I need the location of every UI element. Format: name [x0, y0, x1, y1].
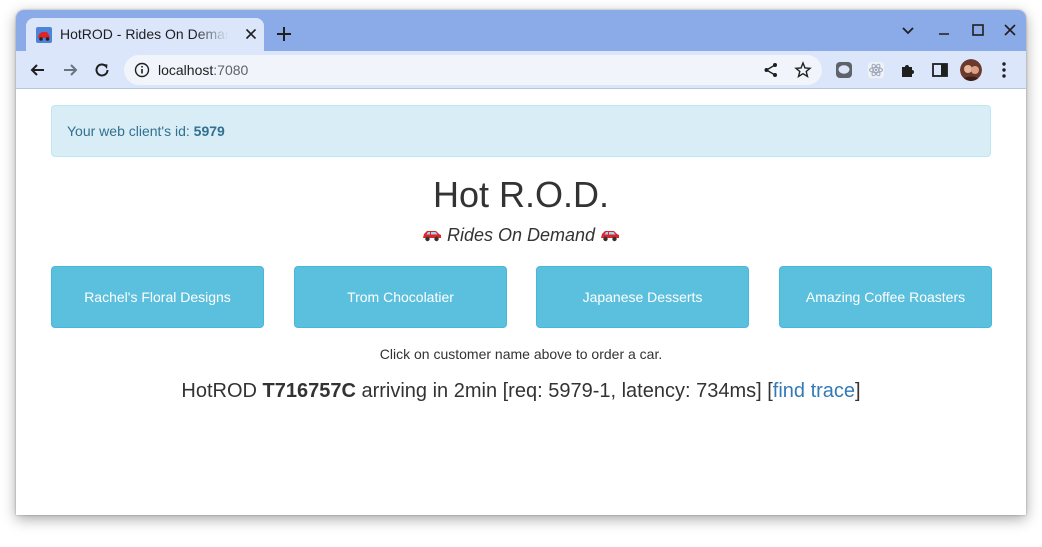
- share-icon[interactable]: [762, 61, 780, 79]
- info-icon[interactable]: [134, 62, 150, 78]
- order-hint: Click on customer name above to order a …: [379, 346, 663, 362]
- minimize-icon[interactable]: [936, 22, 952, 38]
- url-port: :7080: [213, 62, 249, 78]
- browser-toolbar: localhost:7080: [16, 51, 1026, 89]
- subtitle-text: Rides On Demand: [446, 225, 596, 245]
- react-devtools-icon[interactable]: [867, 61, 885, 79]
- side-panel-icon[interactable]: [931, 61, 949, 79]
- address-bar[interactable]: localhost:7080: [124, 55, 822, 85]
- client-id-value: 5979: [193, 123, 225, 139]
- back-icon[interactable]: [28, 60, 48, 80]
- chevron-down-icon[interactable]: [900, 22, 916, 38]
- tab-strip: HotROD - Rides On Demand: [16, 10, 1026, 51]
- page-subtitle: Rides On Demand: [16, 225, 1026, 246]
- maximize-icon[interactable]: [970, 22, 986, 38]
- forward-icon[interactable]: [60, 60, 80, 80]
- driver-id: T716757C: [262, 380, 356, 402]
- red-car-icon: [422, 231, 441, 242]
- page-content: Your web client's id: 5979 Hot R.O.D. Ri…: [16, 90, 1026, 515]
- ride-arrival: arriving in 2min [req: 5979-1, latency: …: [355, 380, 773, 402]
- red-car-icon: [601, 231, 620, 242]
- reload-icon[interactable]: [92, 60, 112, 80]
- ride-prefix: HotROD: [181, 380, 263, 402]
- tab-hotrod[interactable]: HotROD - Rides On Demand: [26, 18, 264, 51]
- ride-suffix: ]: [855, 380, 861, 402]
- new-tab-icon[interactable]: [274, 24, 294, 44]
- client-id-label: Your web client's id:: [67, 123, 194, 139]
- find-trace-link[interactable]: find trace: [773, 380, 855, 402]
- customer-button-amazing-coffee-roasters[interactable]: Amazing Coffee Roasters: [779, 266, 992, 328]
- customer-button-rachels-floral-designs[interactable]: Rachel's Floral Designs: [51, 266, 264, 328]
- close-window-icon[interactable]: [1002, 22, 1018, 38]
- ride-status-line: HotROD T716757C arriving in 2min [req: 5…: [16, 380, 1026, 403]
- profile-avatar[interactable]: [960, 59, 982, 81]
- url-text[interactable]: localhost:7080: [158, 62, 248, 78]
- more-menu-icon[interactable]: [998, 61, 1010, 79]
- extensions-puzzle-icon[interactable]: [899, 61, 917, 79]
- url-host: localhost: [158, 62, 214, 78]
- browser-window: HotROD - Rides On Demand localhost:7080 …: [16, 10, 1026, 515]
- star-icon[interactable]: [794, 61, 812, 79]
- customer-button-japanese-desserts[interactable]: Japanese Desserts: [536, 266, 749, 328]
- page-title: Hot R.O.D.: [432, 174, 610, 215]
- customer-button-trom-chocolatier[interactable]: Trom Chocolatier: [294, 266, 507, 328]
- close-icon[interactable]: [242, 25, 260, 43]
- tab-title: HotROD - Rides On Demand: [60, 26, 228, 42]
- client-id-alert: Your web client's id: 5979: [51, 105, 991, 157]
- red-car-icon: [36, 27, 52, 43]
- profile-photo-icon: [960, 59, 982, 81]
- line-extension-icon[interactable]: [835, 61, 853, 79]
